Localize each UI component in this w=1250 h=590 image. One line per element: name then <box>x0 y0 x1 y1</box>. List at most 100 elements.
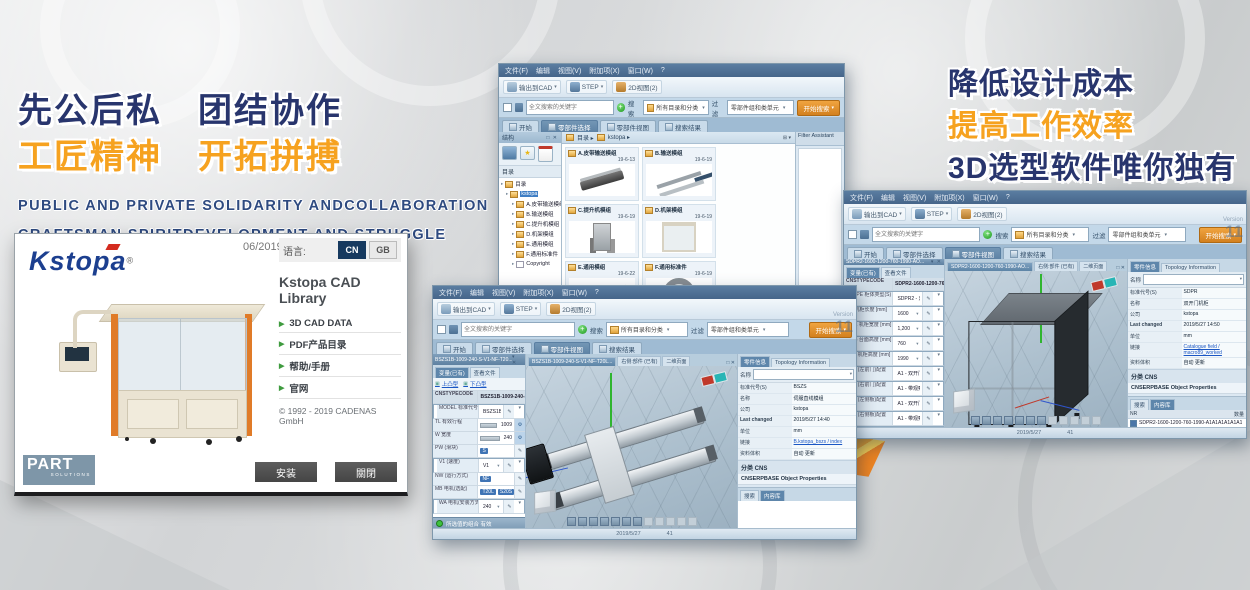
export-to-cad-button[interactable]: 输出到CAD▾ <box>503 80 561 94</box>
tree-item[interactable]: ▸C.提升机模组 <box>499 219 561 229</box>
view-tool-icon[interactable] <box>589 517 598 526</box>
view-tab-model[interactable]: BSZS1B-1009-240-S-V1-NF-T20L... <box>528 357 616 366</box>
name-select[interactable] <box>1143 274 1244 285</box>
catalog-card[interactable]: C.提升机模组 19-6-19 <box>565 204 639 258</box>
search-option-checkbox[interactable] <box>503 103 512 112</box>
content-list-tab[interactable]: 内容库 <box>1150 399 1175 410</box>
dialog-link[interactable]: ▶官网 <box>279 377 401 399</box>
anaglyph-3d-glasses-icon[interactable] <box>1090 276 1117 291</box>
export-to-cad-button[interactable]: 输出到CAD▾ <box>848 207 906 221</box>
search-option-checkbox[interactable] <box>848 230 857 239</box>
menu-item[interactable]: ? <box>661 67 665 74</box>
menu-item[interactable]: 视图(V) <box>903 193 926 203</box>
part-tab-label[interactable]: BSZS1B-1009-240-S-V1-NF-T20... <box>435 357 512 363</box>
edit-value-icon[interactable] <box>922 412 933 425</box>
menu-item[interactable]: 编辑 <box>881 193 895 203</box>
favorites-star-icon[interactable]: ★ <box>520 146 535 160</box>
edit-value-icon[interactable] <box>503 500 514 513</box>
panel-window-buttons[interactable]: □ ✕ <box>546 135 558 141</box>
edit-value-icon[interactable] <box>922 397 933 410</box>
edit-value-icon[interactable] <box>922 337 933 350</box>
part-info-tab[interactable]: 零件信息 <box>740 356 770 367</box>
search-scope-select[interactable]: 所有目录和分类 <box>1011 227 1089 242</box>
topology-info-tab[interactable]: Topology Information <box>1161 263 1220 272</box>
menu-item[interactable]: 视图(V) <box>558 66 581 76</box>
parameter-row[interactable]: W 宽度240 <box>433 432 525 445</box>
expand-arrow-icon[interactable]: ▸ <box>512 261 514 267</box>
parameter-row[interactable]: R1 (左前门)配置A1 - 双开门 - 曲线边角 <box>844 366 944 381</box>
export-to-cad-button[interactable]: 输出到CAD▾ <box>437 302 495 316</box>
view-tab-2d[interactable]: 二维页面 <box>662 356 690 366</box>
parameter-row[interactable]: V1 (速度)V1 <box>433 458 525 473</box>
edit-value-icon[interactable] <box>514 432 525 444</box>
orientation-cube[interactable] <box>534 489 556 514</box>
filter-select[interactable]: 零部件组和类单元 <box>1108 227 1186 242</box>
anaglyph-3d-glasses-icon[interactable] <box>700 371 727 386</box>
menu-item[interactable]: 文件(F) <box>850 193 873 203</box>
breadcrumb-current[interactable]: kstopa ▸ <box>608 134 630 141</box>
view-tab-side[interactable]: 右侧:部件 (已有) <box>1034 261 1078 271</box>
search-list-tab[interactable]: 搜索 <box>740 490 759 501</box>
search-scope-select[interactable]: 所有目录和分类 <box>643 100 709 115</box>
parameter-row[interactable]: TL 有效行程1009 <box>433 419 525 432</box>
expand-arrow-icon[interactable]: ▸ <box>512 221 514 227</box>
parameter-row[interactable]: HG 台面高度 [mm]760 <box>844 336 944 351</box>
menu-item[interactable]: 文件(F) <box>439 288 462 298</box>
step-format-button[interactable]: STEP▾ <box>566 80 608 94</box>
menu-item[interactable]: ? <box>595 289 599 296</box>
expand-arrow-icon[interactable]: ▸ <box>512 201 514 207</box>
calendar-icon[interactable] <box>538 146 553 162</box>
dialog-link[interactable]: ▶PDF产品目录 <box>279 333 401 355</box>
edit-value-icon[interactable] <box>922 322 933 335</box>
search-input[interactable] <box>872 227 980 242</box>
2d-view-button[interactable]: 2D视图(2) <box>546 302 595 316</box>
topology-info-tab[interactable]: Topology Information <box>771 358 830 367</box>
language-gb-button[interactable]: GB <box>369 241 397 259</box>
expand-arrow-icon[interactable]: ▸ <box>512 251 514 257</box>
parameter-row[interactable]: CNSTYPECODEBSZS1B-1009-240-S-V1-R <box>433 391 525 404</box>
parameter-row[interactable]: R2 (右前门)配置A1 - 带观察窗 - 曲线 <box>844 381 944 396</box>
tree-item[interactable]: ▸F.通用标准件 <box>499 249 561 259</box>
panel-window-buttons[interactable]: ▾ ✕ <box>512 354 523 366</box>
filter-select[interactable]: 零部件组和类单元 <box>707 322 789 337</box>
view-tool-icon[interactable] <box>1037 416 1046 425</box>
parameter-row[interactable]: TYPE 柜体类型(S)SDPR2 - 双开门 <box>844 291 944 306</box>
view-tab-model[interactable]: SDPR2-1600-1200-760-1990-AO... <box>947 262 1033 271</box>
edit-value-icon[interactable] <box>514 486 525 498</box>
parameter-row[interactable]: WA 电机(安装方式)240 <box>433 499 525 514</box>
edit-value-icon[interactable] <box>514 445 525 457</box>
tree-item[interactable]: ▸D.机架模组 <box>499 229 561 239</box>
view-tool-icon[interactable] <box>622 517 631 526</box>
parameter-row[interactable]: H2 机柜高度 [mm]1990 <box>844 351 944 366</box>
menu-item[interactable]: 窗口(W) <box>628 66 653 76</box>
menu-item[interactable]: 附加项(X) <box>523 288 553 298</box>
parameter-row[interactable]: MB 电机(选配)T20LS20S <box>433 486 525 499</box>
expand-arrow-icon[interactable]: ▸ <box>512 211 514 217</box>
variables-subtab[interactable]: 变量(已有) <box>435 367 469 378</box>
catalog-card[interactable]: D.机架模组 19-6-19 <box>642 204 716 258</box>
2d-view-button[interactable]: 2D视图(2) <box>957 207 1006 221</box>
variant-link[interactable]: 上凸型 <box>435 380 458 388</box>
tree-item[interactable]: ▸A.皮带输送模组 <box>499 199 561 209</box>
3d-viewport[interactable] <box>526 366 737 529</box>
name-select[interactable] <box>753 369 854 380</box>
add-search-icon[interactable]: + <box>983 230 992 239</box>
view-tool-icon[interactable] <box>1015 416 1024 425</box>
tree-item[interactable]: ▸E.通用模组 <box>499 239 561 249</box>
3d-viewport[interactable] <box>945 271 1127 428</box>
view-tool-icon[interactable] <box>600 517 609 526</box>
files-subtab[interactable]: 查看文件 <box>881 267 911 278</box>
start-search-button[interactable]: 开始搜索▾ <box>797 100 840 116</box>
view-tab-side[interactable]: 右侧:部件 (已有) <box>617 356 661 366</box>
menu-item[interactable]: 附加项(X) <box>589 66 619 76</box>
catalog-database-icon[interactable] <box>502 146 517 160</box>
expand-arrow-icon[interactable]: ▸ <box>512 231 514 237</box>
content-list-tab[interactable]: 内容库 <box>760 490 785 501</box>
expand-arrow-icon[interactable]: ▸ <box>512 241 514 247</box>
menu-item[interactable]: ? <box>1006 194 1010 201</box>
part-info-tab[interactable]: 零件信息 <box>1130 261 1160 272</box>
orientation-cube[interactable] <box>953 388 975 413</box>
view-tool-icon[interactable] <box>993 416 1002 425</box>
menu-item[interactable]: 视图(V) <box>492 288 515 298</box>
edit-value-icon[interactable] <box>503 405 514 418</box>
